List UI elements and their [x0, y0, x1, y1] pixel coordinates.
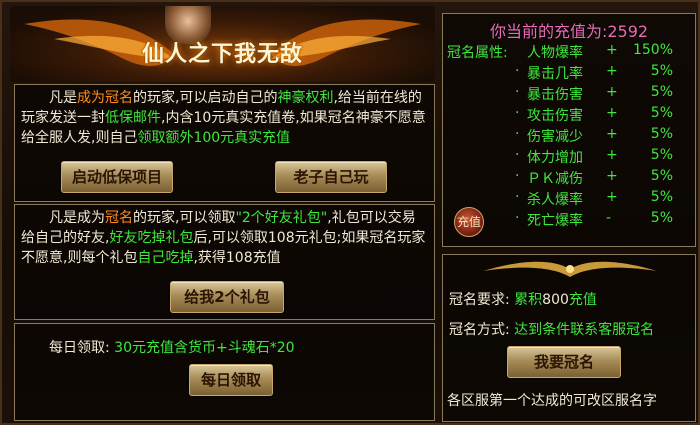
bullet-icon: · [515, 126, 520, 142]
recharge-panel: 你当前的充值为:2592 冠名属性: 人物爆率 +150% · 暴击几率 +5% · 暴击伤害… [442, 13, 696, 247]
attribute-row: · 杀人爆率 +5% [443, 189, 697, 210]
friend-gift-description: 凡是成为冠名的玩家,可以领取"2个好友礼包",礼包可以交易给自己的好友,好友吃掉… [15, 205, 434, 268]
recharge-amount: 你当前的充值为:2592 [489, 22, 649, 41]
naming-requirement: 冠名要求: 累积800充值 [449, 292, 597, 308]
daily-reward-panel: 每日领取: 30元充值含货币+斗魂石*20 每日领取 [14, 323, 435, 421]
attribute-sign: + [606, 189, 618, 205]
attribute-value: 150% [632, 42, 673, 58]
text-segment: 领取额外100元真实充值 [137, 130, 291, 146]
attribute-row: · 攻击伤害 +5% [443, 105, 697, 126]
naming-method: 冠名方式: 达到条件联系客服冠名 [449, 322, 655, 338]
gold-ornament-icon [483, 261, 657, 277]
attribute-name: 暴击伤害 [527, 87, 583, 103]
attribute-row: · ＰＫ减伤 +5% [443, 168, 697, 189]
bullet-icon: · [515, 105, 520, 121]
recharge-coin-icon[interactable]: 充值 [454, 207, 484, 237]
attribute-sign: + [606, 126, 618, 142]
text-segment: 低保邮件 [105, 110, 161, 126]
text-segment: ,获得108充值 [193, 250, 281, 266]
naming-footer-note: 各区服第一个达成的可改区服名字 [447, 393, 657, 409]
text-segment: 凡是 [49, 90, 77, 106]
attribute-sign: + [606, 63, 618, 79]
attribute-sign: - [606, 210, 612, 226]
attribute-sign: + [606, 168, 618, 184]
attribute-name: 伤害减少 [527, 129, 583, 145]
attribute-name: 死亡爆率 [527, 213, 583, 229]
bullet-icon: · [515, 168, 520, 184]
text-segment: 的玩家,可以启动自己的 [133, 90, 278, 106]
attribute-value: 5% [650, 210, 673, 226]
attribute-name: 体力增加 [527, 150, 583, 166]
attribute-value: 5% [650, 126, 673, 142]
friend-gift-panel: 凡是成为冠名的玩家,可以领取"2个好友礼包",礼包可以交易给自己的好友,好友吃掉… [14, 204, 435, 320]
text-segment: 成为冠名 [77, 90, 133, 106]
text-segment: 冠名 [105, 210, 133, 226]
attribute-sign: + [606, 105, 618, 121]
text-segment: 神豪权利 [277, 90, 334, 106]
attribute-row: 冠名属性: 人物爆率 +150% [443, 42, 697, 63]
bullet-icon: · [515, 84, 520, 100]
attribute-value: 5% [650, 105, 673, 121]
request-naming-button[interactable]: 我要冠名 [507, 346, 621, 378]
daily-label: 每日领取: [49, 340, 110, 356]
attribute-label: 冠名属性: [447, 45, 508, 61]
attribute-name: 暴击几率 [527, 66, 583, 82]
play-myself-button[interactable]: 老子自己玩 [275, 161, 387, 193]
bullet-icon: · [515, 147, 520, 163]
attribute-value: 5% [650, 168, 673, 184]
attribute-row: · 体力增加 +5% [443, 147, 697, 168]
page-title: 仙人之下我无敌 [141, 42, 303, 67]
daily-reward-line: 每日领取: 30元充值含货币+斗魂石*20 [15, 324, 434, 357]
attribute-value: 5% [650, 147, 673, 163]
attribute-value: 5% [650, 84, 673, 100]
welfare-description: 凡是成为冠名的玩家,可以启动自己的神豪权利,给当前在线的玩家发送一封低保邮件,内… [15, 85, 434, 148]
attribute-value: 5% [650, 189, 673, 205]
text-segment: 凡是成为 [49, 210, 105, 226]
recharge-value: 2592 [607, 22, 649, 41]
attribute-name: 人物爆率 [527, 45, 583, 61]
title-banner: 仙人之下我无敌 [10, 6, 435, 82]
attribute-value: 5% [650, 63, 673, 79]
text-segment: 的玩家,可以领取 [133, 210, 236, 226]
daily-claim-button[interactable]: 每日领取 [189, 364, 273, 396]
claim-gift-button[interactable]: 给我2个礼包 [170, 281, 284, 313]
event-window: 仙人之下我无敌 凡是成为冠名的玩家,可以启动自己的神豪权利,给当前在线的玩家发送… [0, 0, 700, 425]
attribute-row: · 暴击伤害 +5% [443, 84, 697, 105]
daily-reward-value: 30元充值含货币+斗魂石*20 [114, 340, 295, 356]
attribute-sign: + [606, 84, 618, 100]
bullet-icon: · [515, 63, 520, 79]
attribute-name: 杀人爆率 [527, 192, 583, 208]
attribute-sign: + [606, 42, 618, 58]
text-segment: 自己吃掉 [137, 250, 194, 266]
naming-panel: 冠名要求: 累积800充值 冠名方式: 达到条件联系客服冠名 我要冠名 各区服第… [442, 254, 696, 422]
attribute-row: · 暴击几率 +5% [443, 63, 697, 84]
welfare-panel: 凡是成为冠名的玩家,可以启动自己的神豪权利,给当前在线的玩家发送一封低保邮件,内… [14, 84, 435, 202]
start-welfare-button[interactable]: 启动低保项目 [61, 161, 173, 193]
text-segment: "2个好友礼包" [235, 210, 328, 226]
bullet-icon: · [515, 189, 520, 205]
attribute-name: ＰＫ减伤 [527, 171, 583, 187]
attribute-sign: + [606, 147, 618, 163]
attribute-row: · 伤害减少 +5% [443, 126, 697, 147]
attribute-name: 攻击伤害 [527, 108, 583, 124]
text-segment: 好友吃掉礼包 [109, 230, 194, 246]
bullet-icon: · [515, 210, 520, 226]
